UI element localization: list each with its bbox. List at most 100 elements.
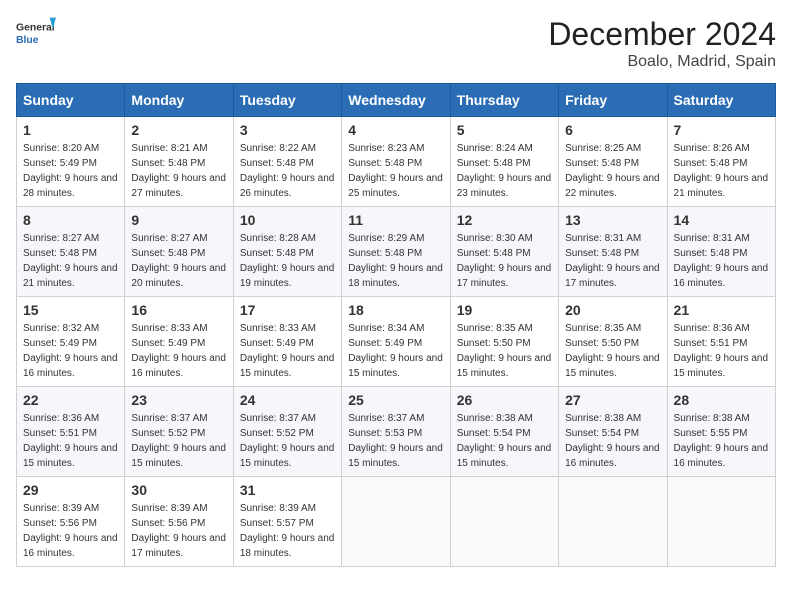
day-number: 31 — [240, 482, 335, 498]
day-info: Sunrise: 8:33 AM Sunset: 5:49 PM Dayligh… — [131, 321, 226, 381]
day-info: Sunrise: 8:27 AM Sunset: 5:48 PM Dayligh… — [23, 231, 118, 291]
day-number: 26 — [457, 392, 552, 408]
day-info: Sunrise: 8:38 AM Sunset: 5:54 PM Dayligh… — [565, 411, 660, 471]
day-number: 12 — [457, 212, 552, 228]
calendar-day-cell: 19 Sunrise: 8:35 AM Sunset: 5:50 PM Dayl… — [450, 297, 558, 387]
day-number: 24 — [240, 392, 335, 408]
day-number: 21 — [674, 302, 769, 318]
location: Boalo, Madrid, Spain — [548, 53, 776, 71]
day-number: 2 — [131, 122, 226, 138]
day-number: 7 — [674, 122, 769, 138]
day-number: 27 — [565, 392, 660, 408]
day-number: 4 — [348, 122, 443, 138]
calendar-week-row: 15 Sunrise: 8:32 AM Sunset: 5:49 PM Dayl… — [17, 297, 776, 387]
day-info: Sunrise: 8:36 AM Sunset: 5:51 PM Dayligh… — [674, 321, 769, 381]
day-number: 6 — [565, 122, 660, 138]
calendar-day-cell: 20 Sunrise: 8:35 AM Sunset: 5:50 PM Dayl… — [559, 297, 667, 387]
calendar-day-cell: 24 Sunrise: 8:37 AM Sunset: 5:52 PM Dayl… — [233, 387, 341, 477]
day-info: Sunrise: 8:20 AM Sunset: 5:49 PM Dayligh… — [23, 141, 118, 201]
calendar-day-cell: 15 Sunrise: 8:32 AM Sunset: 5:49 PM Dayl… — [17, 297, 125, 387]
title-area: December 2024 Boalo, Madrid, Spain — [548, 16, 776, 71]
page-header: General Blue December 2024 Boalo, Madrid… — [16, 16, 776, 71]
svg-text:General: General — [16, 22, 55, 33]
calendar-day-cell: 17 Sunrise: 8:33 AM Sunset: 5:49 PM Dayl… — [233, 297, 341, 387]
calendar-week-row: 1 Sunrise: 8:20 AM Sunset: 5:49 PM Dayli… — [17, 117, 776, 207]
day-number: 28 — [674, 392, 769, 408]
day-number: 3 — [240, 122, 335, 138]
day-number: 30 — [131, 482, 226, 498]
day-info: Sunrise: 8:37 AM Sunset: 5:52 PM Dayligh… — [240, 411, 335, 471]
calendar-day-cell: 26 Sunrise: 8:38 AM Sunset: 5:54 PM Dayl… — [450, 387, 558, 477]
calendar-day-cell: 4 Sunrise: 8:23 AM Sunset: 5:48 PM Dayli… — [342, 117, 450, 207]
day-info: Sunrise: 8:39 AM Sunset: 5:56 PM Dayligh… — [131, 501, 226, 561]
calendar-day-cell: 30 Sunrise: 8:39 AM Sunset: 5:56 PM Dayl… — [125, 477, 233, 567]
day-info: Sunrise: 8:37 AM Sunset: 5:53 PM Dayligh… — [348, 411, 443, 471]
calendar-day-cell: 11 Sunrise: 8:29 AM Sunset: 5:48 PM Dayl… — [342, 207, 450, 297]
day-info: Sunrise: 8:25 AM Sunset: 5:48 PM Dayligh… — [565, 141, 660, 201]
calendar-day-cell — [667, 477, 775, 567]
day-number: 1 — [23, 122, 118, 138]
day-info: Sunrise: 8:30 AM Sunset: 5:48 PM Dayligh… — [457, 231, 552, 291]
day-number: 14 — [674, 212, 769, 228]
col-friday: Friday — [559, 84, 667, 117]
day-number: 5 — [457, 122, 552, 138]
day-info: Sunrise: 8:35 AM Sunset: 5:50 PM Dayligh… — [457, 321, 552, 381]
calendar-day-cell: 29 Sunrise: 8:39 AM Sunset: 5:56 PM Dayl… — [17, 477, 125, 567]
calendar-day-cell: 28 Sunrise: 8:38 AM Sunset: 5:55 PM Dayl… — [667, 387, 775, 477]
day-info: Sunrise: 8:21 AM Sunset: 5:48 PM Dayligh… — [131, 141, 226, 201]
svg-text:Blue: Blue — [16, 35, 39, 46]
logo: General Blue — [16, 16, 56, 56]
day-info: Sunrise: 8:23 AM Sunset: 5:48 PM Dayligh… — [348, 141, 443, 201]
calendar-day-cell: 25 Sunrise: 8:37 AM Sunset: 5:53 PM Dayl… — [342, 387, 450, 477]
day-info: Sunrise: 8:31 AM Sunset: 5:48 PM Dayligh… — [674, 231, 769, 291]
day-info: Sunrise: 8:33 AM Sunset: 5:49 PM Dayligh… — [240, 321, 335, 381]
day-info: Sunrise: 8:37 AM Sunset: 5:52 PM Dayligh… — [131, 411, 226, 471]
calendar-header-row: Sunday Monday Tuesday Wednesday Thursday… — [17, 84, 776, 117]
day-number: 23 — [131, 392, 226, 408]
calendar-day-cell — [450, 477, 558, 567]
calendar-day-cell: 9 Sunrise: 8:27 AM Sunset: 5:48 PM Dayli… — [125, 207, 233, 297]
calendar-day-cell: 8 Sunrise: 8:27 AM Sunset: 5:48 PM Dayli… — [17, 207, 125, 297]
calendar-week-row: 8 Sunrise: 8:27 AM Sunset: 5:48 PM Dayli… — [17, 207, 776, 297]
calendar-day-cell — [559, 477, 667, 567]
day-info: Sunrise: 8:38 AM Sunset: 5:54 PM Dayligh… — [457, 411, 552, 471]
day-info: Sunrise: 8:38 AM Sunset: 5:55 PM Dayligh… — [674, 411, 769, 471]
col-saturday: Saturday — [667, 84, 775, 117]
day-info: Sunrise: 8:32 AM Sunset: 5:49 PM Dayligh… — [23, 321, 118, 381]
day-number: 22 — [23, 392, 118, 408]
day-info: Sunrise: 8:34 AM Sunset: 5:49 PM Dayligh… — [348, 321, 443, 381]
calendar-day-cell: 22 Sunrise: 8:36 AM Sunset: 5:51 PM Dayl… — [17, 387, 125, 477]
day-info: Sunrise: 8:35 AM Sunset: 5:50 PM Dayligh… — [565, 321, 660, 381]
calendar-table: Sunday Monday Tuesday Wednesday Thursday… — [16, 83, 776, 567]
day-info: Sunrise: 8:27 AM Sunset: 5:48 PM Dayligh… — [131, 231, 226, 291]
col-wednesday: Wednesday — [342, 84, 450, 117]
calendar-week-row: 22 Sunrise: 8:36 AM Sunset: 5:51 PM Dayl… — [17, 387, 776, 477]
calendar-day-cell: 2 Sunrise: 8:21 AM Sunset: 5:48 PM Dayli… — [125, 117, 233, 207]
day-info: Sunrise: 8:39 AM Sunset: 5:56 PM Dayligh… — [23, 501, 118, 561]
calendar-day-cell: 12 Sunrise: 8:30 AM Sunset: 5:48 PM Dayl… — [450, 207, 558, 297]
calendar-day-cell: 3 Sunrise: 8:22 AM Sunset: 5:48 PM Dayli… — [233, 117, 341, 207]
calendar-day-cell: 10 Sunrise: 8:28 AM Sunset: 5:48 PM Dayl… — [233, 207, 341, 297]
day-info: Sunrise: 8:36 AM Sunset: 5:51 PM Dayligh… — [23, 411, 118, 471]
day-number: 18 — [348, 302, 443, 318]
col-monday: Monday — [125, 84, 233, 117]
calendar-day-cell: 31 Sunrise: 8:39 AM Sunset: 5:57 PM Dayl… — [233, 477, 341, 567]
day-number: 8 — [23, 212, 118, 228]
logo-wave-icon: General Blue — [16, 16, 56, 56]
day-number: 17 — [240, 302, 335, 318]
day-info: Sunrise: 8:31 AM Sunset: 5:48 PM Dayligh… — [565, 231, 660, 291]
calendar-day-cell — [342, 477, 450, 567]
col-thursday: Thursday — [450, 84, 558, 117]
col-sunday: Sunday — [17, 84, 125, 117]
day-number: 25 — [348, 392, 443, 408]
day-number: 11 — [348, 212, 443, 228]
calendar-day-cell: 7 Sunrise: 8:26 AM Sunset: 5:48 PM Dayli… — [667, 117, 775, 207]
calendar-week-row: 29 Sunrise: 8:39 AM Sunset: 5:56 PM Dayl… — [17, 477, 776, 567]
day-number: 13 — [565, 212, 660, 228]
day-info: Sunrise: 8:24 AM Sunset: 5:48 PM Dayligh… — [457, 141, 552, 201]
calendar-day-cell: 27 Sunrise: 8:38 AM Sunset: 5:54 PM Dayl… — [559, 387, 667, 477]
calendar-day-cell: 14 Sunrise: 8:31 AM Sunset: 5:48 PM Dayl… — [667, 207, 775, 297]
day-number: 29 — [23, 482, 118, 498]
day-number: 9 — [131, 212, 226, 228]
day-info: Sunrise: 8:28 AM Sunset: 5:48 PM Dayligh… — [240, 231, 335, 291]
